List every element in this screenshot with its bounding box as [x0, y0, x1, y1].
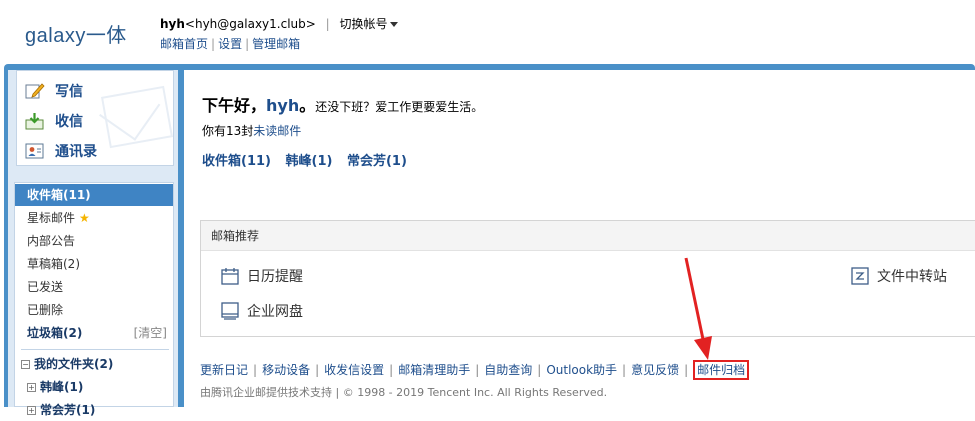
mailbox-link-hanfeng[interactable]: 韩峰(1)	[286, 154, 333, 169]
my-folders-header[interactable]: − 我的文件夹(2)	[15, 353, 173, 375]
sidebar: 写信 收信 通讯录 收件箱(11) 星标邮件 ★ 内部公告 草稿箱(2) 已发送 …	[8, 70, 178, 417]
link-settings[interactable]: 设置	[218, 37, 242, 51]
my-folders-title: 我的文件夹(2)	[34, 357, 114, 371]
folder-label: 垃圾箱(2)	[27, 326, 83, 340]
receive-label: 收信	[55, 114, 83, 130]
folder-announcements[interactable]: 内部公告	[15, 230, 173, 252]
separator: |	[389, 363, 394, 377]
greeting: 下午好，hyh。还没下班？爱工作更要爱生活。	[202, 92, 483, 116]
footer-link-outlook-assistant[interactable]: Outlook助手	[546, 363, 617, 377]
link-manage-mailbox[interactable]: 管理邮箱	[252, 37, 300, 51]
chevron-down-icon	[389, 22, 398, 27]
copyright: 由腾讯企业邮提供技术支持 | © 1998 - 2019 Tencent Inc…	[200, 386, 608, 399]
empty-spam-link[interactable]: [清空]	[134, 322, 167, 344]
footer-link-self-service[interactable]: 自助查询	[484, 363, 532, 377]
envelope-watermark-icon	[100, 85, 174, 149]
folder-sent[interactable]: 已发送	[15, 276, 173, 298]
contacts-icon	[25, 142, 45, 160]
separator: |	[475, 363, 480, 377]
footer-links: 更新日记 | 移动设备 | 收发信设置 | 邮箱清理助手 | 自助查询 | Outlook助手 | 意见…	[200, 360, 750, 380]
user-name: hyh	[160, 17, 185, 31]
expand-icon[interactable]: +	[27, 406, 36, 415]
footer-link-mobile[interactable]: 移动设备	[262, 363, 310, 377]
folder-spam[interactable]: 垃圾箱(2) [清空]	[15, 322, 173, 344]
mailbox-shortcuts: 收件箱(11) 韩峰(1) 常会芳(1)	[202, 150, 417, 169]
folder-label: 草稿箱(2)	[27, 257, 80, 271]
switch-account-label: 切换帐号	[339, 17, 388, 31]
tool-label: 企业网盘	[247, 304, 303, 320]
expand-icon[interactable]: +	[27, 383, 36, 392]
inbox-download-icon	[25, 112, 45, 130]
switch-account-button[interactable]: 切换帐号	[340, 17, 398, 31]
collapse-icon[interactable]: −	[21, 360, 30, 369]
compose-button[interactable]: 写信	[25, 79, 83, 103]
footer-link-changelog[interactable]: 更新日记	[200, 363, 248, 377]
separator: |	[253, 363, 258, 377]
greeting-text: 下午好，	[202, 96, 267, 115]
tool-label: 文件中转站	[877, 269, 947, 285]
cloud-disk-icon	[221, 302, 239, 320]
recommend-panel: 邮箱推荐 日历提醒 企业网盘 文件中转站	[200, 220, 975, 337]
folder-label: 星标邮件	[27, 211, 76, 225]
receive-button[interactable]: 收信	[25, 109, 83, 133]
unread-count: 你有13封	[202, 124, 254, 138]
folder-list: 收件箱(11) 星标邮件 ★ 内部公告 草稿箱(2) 已发送 已删除 垃圾箱(2)…	[14, 182, 174, 417]
star-icon: ★	[79, 211, 90, 225]
footer-link-feedback[interactable]: 意见反馈	[631, 363, 679, 377]
app-logo[interactable]: galaxy一体	[25, 19, 127, 48]
separator: |	[211, 37, 216, 51]
link-mail-home[interactable]: 邮箱首页	[160, 37, 208, 51]
greeting-name: hyh	[266, 96, 300, 115]
action-panel: 写信 收信 通讯录	[16, 70, 174, 166]
folder-changhuifang[interactable]: + 常会芳(1)	[15, 399, 173, 421]
contacts-button[interactable]: 通讯录	[25, 139, 97, 163]
mailbox-link-changhuifang[interactable]: 常会芳(1)	[347, 154, 407, 169]
folder-label: 已发送	[27, 280, 64, 294]
recommend-title: 邮箱推荐	[201, 221, 975, 251]
folder-drafts[interactable]: 草稿箱(2)	[15, 253, 173, 275]
contacts-label: 通讯录	[55, 144, 97, 160]
calendar-reminder-link[interactable]: 日历提醒	[221, 266, 303, 286]
folder-deleted[interactable]: 已删除	[15, 299, 173, 321]
top-bar: galaxy一体 hyh<hyh@galaxy1.club> | 切换帐号 邮箱…	[0, 0, 975, 64]
separator: |	[537, 363, 542, 377]
enterprise-disk-link[interactable]: 企业网盘	[221, 301, 303, 321]
separator: |	[325, 17, 330, 31]
footer-link-send-receive-settings[interactable]: 收发信设置	[324, 363, 384, 377]
folder-hanfeng[interactable]: + 韩峰(1)	[15, 376, 173, 398]
unread-mail-link[interactable]: 未读邮件	[253, 124, 301, 138]
divider	[21, 349, 169, 350]
greeting-end: 。	[299, 96, 316, 115]
unread-summary: 你有13封未读邮件	[202, 122, 301, 139]
tool-label: 日历提醒	[247, 269, 303, 285]
file-transfer-icon	[851, 267, 869, 285]
user-email: <hyh@galaxy1.club>	[184, 17, 316, 31]
folder-label: 内部公告	[27, 234, 76, 248]
folder-starred[interactable]: 星标邮件 ★	[15, 207, 173, 229]
folder-inbox[interactable]: 收件箱(11)	[15, 184, 173, 206]
folder-label: 已删除	[27, 303, 64, 317]
folder-label: 韩峰(1)	[40, 380, 84, 394]
annotation-arrow-icon	[684, 257, 712, 360]
folder-label: 常会芳(1)	[40, 403, 96, 417]
separator: |	[245, 37, 250, 51]
header-links: 邮箱首页 | 设置 | 管理邮箱	[160, 35, 300, 52]
folder-label: 收件箱(11)	[27, 188, 91, 202]
separator: |	[315, 363, 320, 377]
compose-label: 写信	[55, 84, 83, 100]
greeting-tail: 还没下班？爱工作更要爱生活。	[315, 100, 484, 114]
main-panel: 下午好，hyh。还没下班？爱工作更要爱生活。 你有13封未读邮件 收件箱(11)…	[184, 70, 975, 407]
compose-icon	[25, 82, 45, 100]
separator: |	[622, 363, 627, 377]
account-info: hyh<hyh@galaxy1.club> | 切换帐号	[160, 15, 398, 32]
footer-link-cleanup-assistant[interactable]: 邮箱清理助手	[398, 363, 470, 377]
mailbox-link-inbox[interactable]: 收件箱(11)	[202, 154, 271, 169]
file-transfer-link[interactable]: 文件中转站	[851, 266, 947, 286]
calendar-icon	[221, 267, 239, 285]
